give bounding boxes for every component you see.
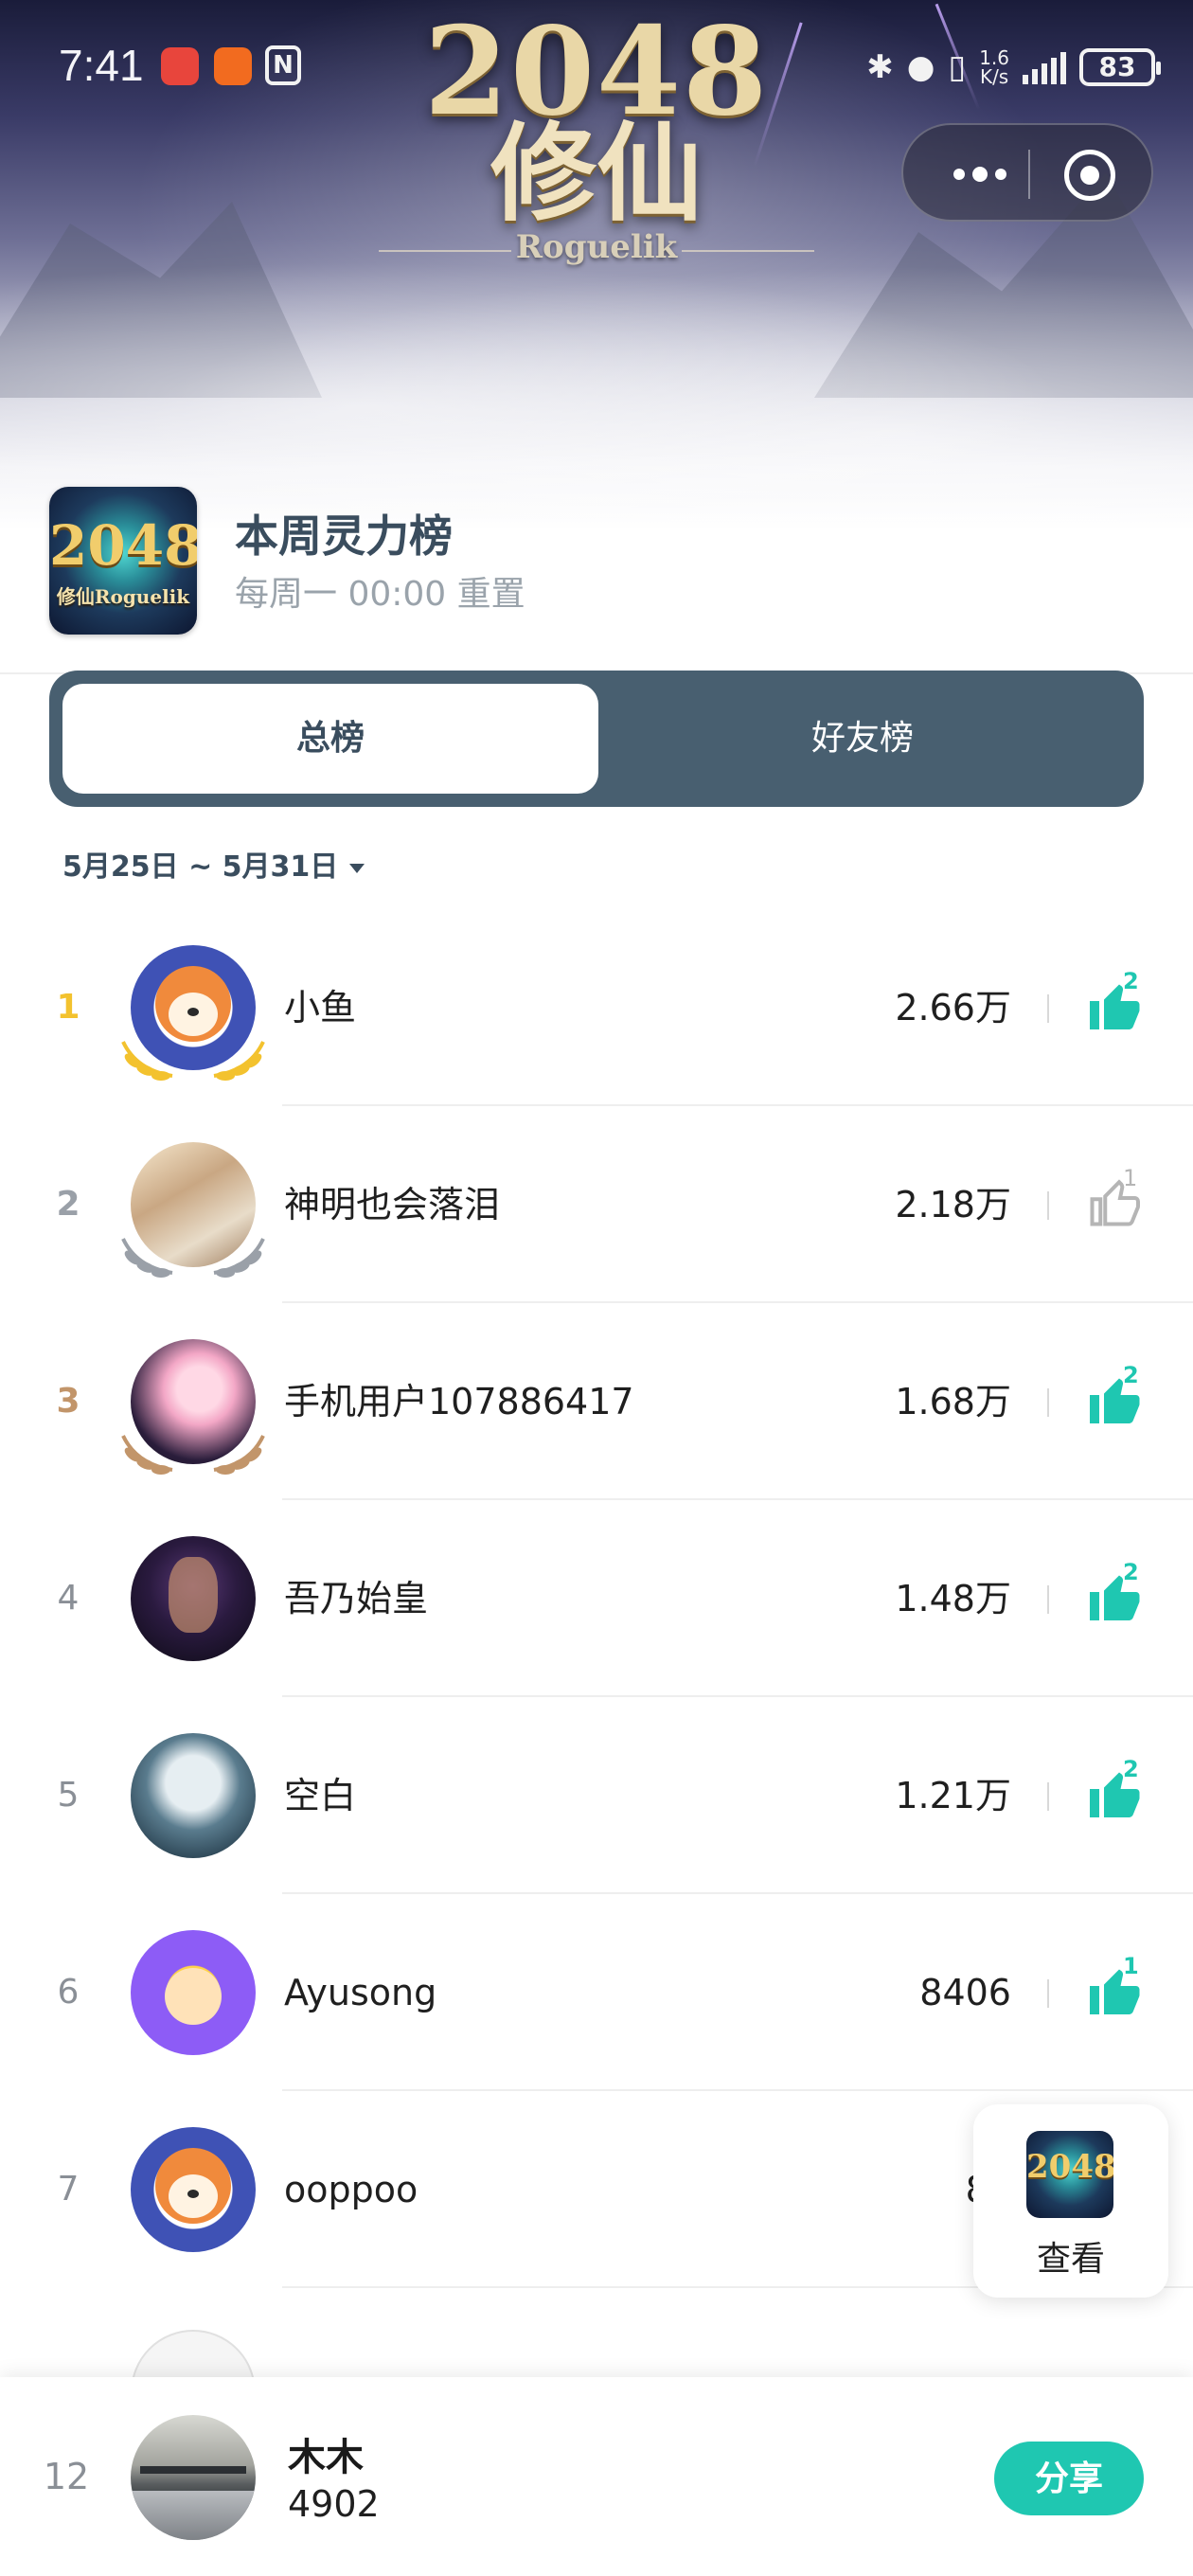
banner-mist — [0, 237, 1193, 521]
leaderboard-row[interactable]: 4 吾乃始皇 1.48万 2 — [0, 1500, 1193, 1697]
like-count: 2 — [1123, 1559, 1139, 1585]
my-avatar — [131, 2415, 256, 2540]
score-divider — [1047, 1191, 1049, 1220]
game-logo-number: 2048 — [1026, 2148, 1113, 2186]
avatar[interactable] — [131, 1733, 256, 1858]
like-count: 2 — [1123, 1756, 1139, 1782]
player-score: 1.68万 — [895, 1381, 1011, 1422]
bluetooth-icon: ✱ — [866, 48, 894, 86]
vibrate-icon: ▯ — [948, 48, 967, 86]
leaderboard-tabs: 总榜 好友榜 — [49, 671, 1144, 807]
my-rank-bar: 12 木木 4902 分享 — [0, 2377, 1193, 2576]
date-range-label: 5月25日 ~ 5月31日 — [62, 850, 339, 884]
player-score: 1.21万 — [895, 1775, 1011, 1816]
rank-number: 6 — [57, 1973, 80, 2012]
share-button[interactable]: 分享 — [994, 2442, 1144, 2515]
title-rule-right — [682, 250, 814, 252]
score-divider — [1047, 1388, 1049, 1417]
laurel-badge-icon — [121, 1041, 265, 1081]
player-name: 空白 — [284, 1775, 357, 1816]
player-score: 1.48万 — [895, 1578, 1011, 1619]
network-speed: 1.6 K/s — [979, 46, 1009, 88]
capsule-divider — [1028, 150, 1030, 199]
game-logo-sub: 修仙Roguelik — [56, 585, 190, 608]
like-count: 1 — [1123, 1953, 1139, 1979]
nfc-icon: N — [265, 45, 301, 85]
player-score: 2.18万 — [895, 1184, 1011, 1225]
signal-icon — [1023, 50, 1066, 84]
rank-number: 3 — [56, 1382, 80, 1421]
player-name: 吾乃始皇 — [284, 1578, 429, 1619]
my-rank: 12 — [43, 2456, 90, 2497]
player-name: Ayusong — [284, 1972, 437, 2013]
player-name: ooppoo — [284, 2169, 418, 2210]
player-name: 小鱼 — [284, 987, 357, 1029]
rank-number: 2 — [56, 1185, 80, 1224]
notification-app-icon — [214, 47, 252, 85]
player-name: 神明也会落泪 — [284, 1184, 501, 1225]
view-game-card[interactable]: 2048 查看 — [973, 2104, 1168, 2298]
tab-overall[interactable]: 总榜 — [62, 684, 598, 794]
huawei-app-icon — [161, 47, 199, 85]
rank-number: 5 — [57, 1776, 80, 1815]
score-divider — [1047, 994, 1049, 1023]
date-range-selector[interactable]: 5月25日 ~ 5月31日 — [62, 843, 365, 885]
status-bar: 7:41 N ✱ ● ▯ 1.6 K/s 83 — [0, 0, 1193, 133]
score-divider — [1047, 1585, 1049, 1614]
more-icon[interactable] — [937, 153, 1023, 195]
view-label: 查看 — [1036, 2240, 1105, 2279]
like-count: 2 — [1123, 1362, 1139, 1388]
like-count: 2 — [1123, 968, 1139, 994]
status-icons: ✱ ● ▯ 1.6 K/s 83 — [866, 44, 1161, 91]
title-rule-left — [379, 250, 511, 252]
player-name: 手机用户107886417 — [284, 1381, 634, 1422]
player-score: 8406 — [919, 1972, 1011, 2013]
game-title-sub: Roguelik — [515, 228, 678, 266]
close-miniprogram-icon[interactable] — [1064, 150, 1115, 201]
leaderboard-row[interactable]: 2 神明也会落泪 2.18万 1 — [0, 1106, 1193, 1303]
score-divider — [1047, 1979, 1049, 2008]
like-count: 1 — [1123, 1165, 1138, 1191]
rank-number: 4 — [57, 1579, 80, 1618]
laurel-badge-icon — [121, 1435, 265, 1475]
game-logo-small: 2048 — [1026, 2131, 1113, 2218]
avatar[interactable] — [131, 1536, 256, 1661]
board-title: 本周灵力榜 — [235, 510, 453, 562]
leaderboard-row[interactable]: 3 手机用户107886417 1.68万 2 — [0, 1303, 1193, 1500]
leaderboard-row[interactable]: 1 小鱼 2.66万 2 — [0, 909, 1193, 1106]
location-icon: ● — [906, 48, 935, 86]
game-logo-number: 2048 — [49, 513, 197, 578]
score-divider — [1047, 1782, 1049, 1811]
board-reset-note: 每周一 00:00 重置 — [235, 575, 525, 614]
miniprogram-capsule — [901, 123, 1153, 222]
shiba-face — [155, 2148, 231, 2224]
my-score: 4902 — [288, 2483, 380, 2525]
game-logo: 2048 修仙Roguelik — [49, 487, 197, 635]
status-time: 7:41 — [59, 41, 144, 90]
rank-number: 7 — [57, 2170, 80, 2209]
leaderboard-row[interactable]: 5 空白 1.21万 2 — [0, 1697, 1193, 1894]
leaderboard-list: 1 小鱼 2.66万 2 2 神明也会落泪 2.18万 1 3 手机用户107886417 1.68… — [0, 909, 1193, 2288]
battery-icon: 83 — [1079, 48, 1161, 86]
player-score: 2.66万 — [895, 987, 1011, 1029]
chevron-down-icon — [349, 863, 365, 873]
leaderboard-page: 2048 修仙 Roguelik 7:41 N ✱ ● ▯ 1.6 K/s 83… — [0, 0, 1193, 2576]
laurel-badge-icon — [121, 1238, 265, 1278]
avatar[interactable] — [131, 1930, 256, 2055]
rank-number: 1 — [56, 988, 80, 1027]
shiba-face — [155, 966, 231, 1042]
tab-friends[interactable]: 好友榜 — [595, 684, 1131, 794]
leaderboard-row[interactable]: 6 Ayusong 8406 1 — [0, 1894, 1193, 2091]
avatar[interactable] — [131, 2127, 256, 2252]
my-name: 木木 — [288, 2436, 364, 2479]
